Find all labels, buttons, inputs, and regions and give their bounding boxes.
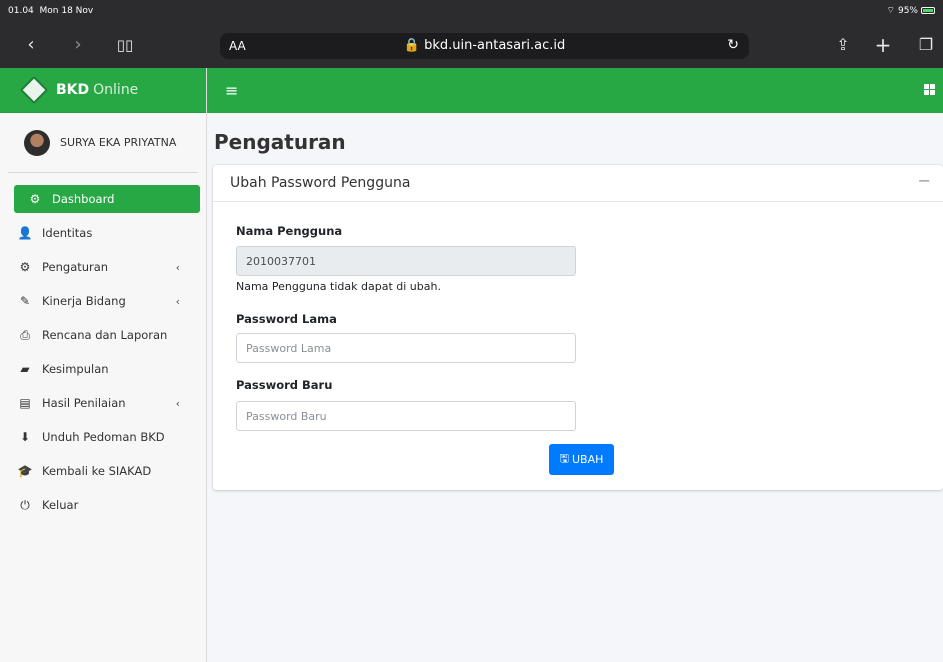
chevron-left-icon: ‹ (175, 294, 180, 308)
change-password-card: Ubah Password Pengguna − Nama Pengguna N… (213, 165, 943, 490)
sidebar-menu: ⚙ Dashboard 👤 Identitas ⚙ Pengaturan ‹ ✎ Kinerja… (0, 173, 206, 519)
sidebar-item-unduh-pedoman-bkd[interactable]: ⬇ Unduh Pedoman BKD (16, 423, 198, 451)
power-icon: ⏻ (20, 497, 30, 512)
sidebar-item-kembali-ke-siakad[interactable]: 🎓 Kembali ke SIAKAD (16, 457, 198, 485)
forward-icon[interactable]: › (67, 34, 89, 56)
book-icon: ▰ (20, 362, 30, 376)
sidebar-item-label: Unduh Pedoman BKD (42, 430, 165, 444)
sidebar-item-kesimpulan[interactable]: ▰ Kesimpulan (16, 355, 198, 383)
avatar (24, 129, 50, 156)
graduation-cap-icon: 🎓 (17, 464, 33, 478)
sidebar-item-label: Hasil Penilaian (42, 396, 126, 410)
battery-icon (921, 7, 935, 14)
sidebar-item-label: Identitas (42, 226, 93, 240)
print-icon: ⎙ (20, 327, 30, 342)
sidebar-item-label: Dashboard (52, 192, 115, 206)
new-password-field[interactable] (236, 401, 576, 431)
card-title: Ubah Password Pengguna (230, 175, 411, 191)
status-bar: 01.04 Mon 18 Nov ⌔ 95% (0, 0, 943, 22)
card-body: Nama Pengguna Nama Pengguna tidak dapat … (213, 202, 943, 490)
sidebar-item-hasil-penilaian[interactable]: ▤ Hasil Penilaian ‹ (16, 389, 198, 417)
chevron-left-icon: ‹ (175, 260, 180, 274)
share-icon[interactable]: ⇪ (832, 34, 854, 56)
username-label: Nama Pengguna (236, 224, 343, 238)
address-bar[interactable]: AA 🔒 bkd.uin-antasari.ac.id ↻ (220, 33, 749, 59)
user-icon: 👤 (17, 226, 33, 240)
brand[interactable]: BKD Online (0, 68, 206, 113)
top-navbar: ≡ (207, 68, 943, 113)
hamburger-icon[interactable]: ≡ (225, 81, 238, 100)
cog-icon: ⚙ (19, 260, 31, 274)
grid-icon[interactable] (924, 84, 935, 95)
username-help: Nama Pengguna tidak dapat di ubah. (236, 280, 441, 293)
page-title: Pengaturan (214, 130, 346, 154)
lock-icon: 🔒 (403, 38, 420, 53)
url-text: 🔒 bkd.uin-antasari.ac.id (403, 38, 566, 53)
sidebar-item-pengaturan[interactable]: ⚙ Pengaturan ‹ (16, 253, 198, 281)
logo-icon (19, 75, 49, 105)
tabs-icon[interactable]: ❐ (915, 34, 937, 56)
browser-toolbar: ‹ › ▯▯ AA 🔒 bkd.uin-antasari.ac.id ↻ ⇪ +… (0, 22, 943, 68)
user-panel[interactable]: SURYA EKA PRIYATNA (8, 113, 198, 173)
sidebar-item-label: Rencana dan Laporan (42, 328, 168, 342)
reload-icon[interactable]: ↻ (727, 37, 739, 53)
bookmarks-icon[interactable]: ▯▯ (114, 34, 136, 56)
sidebar-item-keluar[interactable]: ⏻ Keluar (16, 491, 198, 519)
sidebar-item-identitas[interactable]: 👤 Identitas (16, 219, 198, 247)
sidebar: BKD Online SURYA EKA PRIYATNA ⚙ Dashboard… (0, 68, 207, 662)
sidebar-item-label: Kesimpulan (42, 362, 109, 376)
old-password-field[interactable] (236, 333, 576, 363)
sidebar-item-label: Kembali ke SIAKAD (42, 464, 152, 478)
new-password-label: Password Baru (236, 378, 333, 392)
card-header: Ubah Password Pengguna − (213, 165, 943, 202)
chevron-left-icon: ‹ (175, 396, 180, 410)
old-password-label: Password Lama (236, 312, 337, 326)
sidebar-item-label: Keluar (42, 498, 79, 512)
sidebar-item-rencana-dan-laporan[interactable]: ⎙ Rencana dan Laporan (16, 321, 198, 349)
collapse-icon[interactable]: − (918, 171, 931, 190)
sidebar-item-label: Kinerja Bidang (42, 294, 126, 308)
submit-button[interactable]: 🖫 UBAH (549, 444, 614, 475)
edit-icon: ✎ (19, 294, 31, 308)
battery-indicator: ⌔ 95% (887, 5, 935, 16)
back-icon[interactable]: ‹ (20, 34, 42, 56)
username-field (236, 246, 576, 276)
download-icon: ⬇ (19, 430, 31, 444)
save-icon: 🖫 (559, 452, 569, 465)
wifi-icon: ⌔ (886, 6, 895, 16)
sidebar-item-dashboard[interactable]: ⚙ Dashboard (14, 185, 200, 213)
user-name: SURYA EKA PRIYATNA (60, 136, 177, 149)
new-tab-icon[interactable]: + (872, 34, 894, 56)
sidebar-item-kinerja-bidang[interactable]: ✎ Kinerja Bidang ‹ (16, 287, 198, 315)
sidebar-item-label: Pengaturan (42, 260, 109, 274)
file-icon: ▤ (19, 396, 31, 410)
status-time: 01.04 Mon 18 Nov (8, 6, 94, 16)
dashboard-icon: ⚙ (29, 192, 41, 206)
